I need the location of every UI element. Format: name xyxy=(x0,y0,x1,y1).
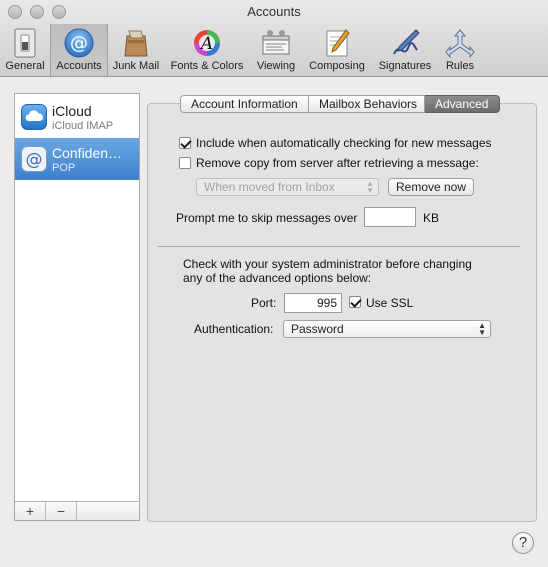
general-switch-icon xyxy=(9,27,41,59)
authentication-label: Authentication: xyxy=(194,322,274,336)
composing-icon xyxy=(321,27,353,59)
svg-text:@: @ xyxy=(70,33,88,54)
remove-copy-label: Remove copy from server after retrieving… xyxy=(196,156,479,170)
include-auto-check-label: Include when automatically checking for … xyxy=(196,136,492,150)
remove-when-popup[interactable]: When moved from Inbox ▲ ▼ xyxy=(196,178,379,196)
toolbar-general[interactable]: General xyxy=(0,24,50,76)
rules-icon xyxy=(444,27,476,59)
signatures-icon xyxy=(389,27,421,59)
toolbar-fonts-colors[interactable]: A Fonts & Colors xyxy=(164,24,250,76)
toolbar-viewing[interactable]: Viewing xyxy=(250,24,302,76)
account-item-icloud[interactable]: iCloud iCloud IMAP xyxy=(15,96,139,138)
viewing-icon xyxy=(260,27,292,59)
junk-mail-icon xyxy=(120,27,152,59)
account-type: POP xyxy=(52,162,76,174)
preferences-toolbar: General @ Accounts Junk Mail A Fonts & C… xyxy=(0,24,482,76)
remove-when-value: When moved from Inbox xyxy=(204,180,335,194)
authentication-value: Password xyxy=(291,322,344,336)
popup-arrows-icon: ▲ ▼ xyxy=(478,321,486,337)
tab-account-information[interactable]: Account Information xyxy=(180,95,309,113)
help-button[interactable]: ? xyxy=(512,532,534,554)
accounts-preferences-window: Accounts General @ Accounts Junk Mail A … xyxy=(0,0,548,567)
prompt-skip-label: Prompt me to skip messages over xyxy=(176,211,358,225)
port-label: Port: xyxy=(251,296,277,310)
popup-arrows-icon: ▲ ▼ xyxy=(366,179,374,195)
accounts-list-footer: + − xyxy=(15,501,139,520)
account-type: iCloud IMAP xyxy=(52,120,114,132)
svg-text:A: A xyxy=(199,34,213,54)
title-bar: Accounts General @ Accounts Junk Mail A … xyxy=(0,0,548,77)
use-ssl-checkbox[interactable] xyxy=(349,296,361,308)
authentication-popup[interactable]: Password ▲ ▼ xyxy=(283,320,491,338)
include-auto-check-checkbox[interactable] xyxy=(179,137,191,149)
prompt-skip-size-field[interactable] xyxy=(364,207,416,227)
section-divider xyxy=(158,246,520,247)
admin-note-line-2: any of the advanced options below: xyxy=(183,271,372,285)
remove-copy-checkbox[interactable] xyxy=(179,157,191,169)
toolbar-composing[interactable]: Composing xyxy=(302,24,372,76)
accounts-list: iCloud iCloud IMAP @ Confiden… POP + − xyxy=(14,93,140,521)
remove-account-button[interactable]: − xyxy=(46,502,77,520)
account-tabs: Account Information Mailbox Behaviors Ad… xyxy=(180,95,500,113)
port-field[interactable]: 995 xyxy=(284,293,342,313)
toolbar-signatures[interactable]: Signatures xyxy=(372,24,438,76)
fonts-colors-icon: A xyxy=(191,27,223,59)
admin-note-line-1: Check with your system administrator bef… xyxy=(183,257,472,271)
window-title: Accounts xyxy=(247,4,301,19)
account-item-confidential[interactable]: @ Confiden… POP xyxy=(15,138,139,180)
at-sign-icon: @ xyxy=(21,146,47,172)
account-name: Confiden… xyxy=(52,145,123,161)
toolbar-junk-mail[interactable]: Junk Mail xyxy=(108,24,164,76)
svg-text:@: @ xyxy=(26,150,43,170)
kb-unit-label: KB xyxy=(423,211,440,225)
use-ssl-label: Use SSL xyxy=(366,296,414,310)
remove-now-button[interactable]: Remove now xyxy=(388,178,474,196)
toolbar-accounts[interactable]: @ Accounts xyxy=(50,24,108,76)
add-account-button[interactable]: + xyxy=(15,502,46,520)
tab-advanced[interactable]: Advanced xyxy=(425,95,500,113)
account-name: iCloud xyxy=(52,103,92,119)
icloud-icon xyxy=(21,104,47,130)
tab-mailbox-behaviors[interactable]: Mailbox Behaviors xyxy=(309,95,425,113)
at-sign-icon: @ xyxy=(63,27,95,59)
toolbar-rules[interactable]: Rules xyxy=(438,24,482,76)
